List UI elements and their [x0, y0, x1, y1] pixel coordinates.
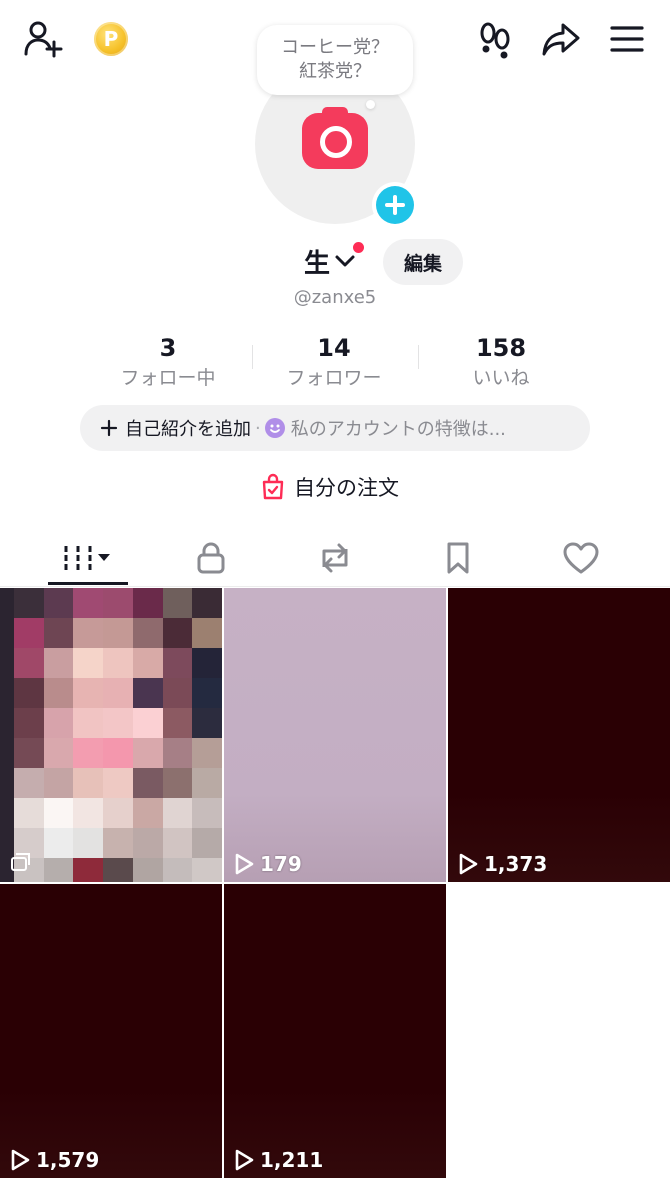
username-handle: @zanxe5: [293, 287, 377, 308]
tab-private[interactable]: [144, 532, 278, 584]
tab-saved[interactable]: [391, 532, 525, 584]
stat-label: いいね: [472, 367, 530, 389]
stat-divider: [418, 345, 419, 369]
smile-icon: [264, 418, 285, 438]
menu-button[interactable]: [604, 16, 650, 62]
coin-icon[interactable]: P: [94, 22, 128, 56]
tabs-divider: [0, 586, 670, 587]
video-thumbnail[interactable]: 179: [224, 588, 446, 882]
play-icon: [235, 1149, 254, 1171]
grid-icon: [64, 546, 110, 570]
coin-letter: P: [103, 27, 119, 51]
view-count: 1,373: [458, 852, 547, 876]
add-friend-icon: [24, 21, 63, 58]
stat-label: フォロー中: [120, 367, 216, 389]
bio-hint-text: 私のアカウントの特徴は...: [290, 419, 506, 440]
camera-icon: [302, 107, 368, 169]
play-icon: [459, 853, 478, 875]
footprints-button[interactable]: [472, 16, 518, 62]
display-name[interactable]: 生: [304, 243, 330, 280]
pixelated-thumbnail: [14, 588, 222, 882]
shopping-bag-icon: [262, 473, 284, 500]
video-thumbnail[interactable]: 1,373: [448, 588, 670, 882]
heart-icon: [563, 542, 599, 574]
status-bubble[interactable]: コーヒー党？ 紅茶党？: [257, 25, 413, 95]
stat-number: 14: [317, 334, 351, 362]
edit-profile-button[interactable]: 編集: [383, 239, 463, 285]
stat-following[interactable]: 3 フォロー中: [98, 333, 238, 391]
video-thumbnail[interactable]: 1,211: [224, 884, 446, 1178]
view-count: 179: [234, 852, 302, 876]
stat-divider: [252, 345, 253, 369]
my-orders-link[interactable]: 自分の注文: [260, 472, 399, 502]
tab-liked[interactable]: [514, 532, 648, 584]
notification-dot: [353, 242, 364, 253]
tab-videos[interactable]: [21, 532, 155, 584]
stat-followers[interactable]: 14 フォロワー: [264, 333, 404, 391]
bubble-tail: [366, 100, 375, 109]
lock-icon: [197, 542, 225, 574]
active-tab-indicator: [48, 582, 128, 585]
view-count-text: 179: [260, 852, 302, 876]
menu-icon: [610, 26, 644, 52]
tab-reposts[interactable]: [268, 532, 402, 584]
stat-number: 158: [475, 334, 527, 362]
plus-icon: [100, 419, 118, 437]
add-avatar-button[interactable]: [372, 182, 418, 228]
play-icon: [235, 853, 254, 875]
view-count: 1,211: [234, 1148, 323, 1172]
add-bio-button[interactable]: 自己紹介を追加 · 私のアカウントの特徴は...: [80, 405, 590, 451]
video-thumbnail[interactable]: 1,579: [0, 884, 222, 1178]
play-icon: [11, 1149, 30, 1171]
view-count: 1,579: [10, 1148, 99, 1172]
chevron-down-icon[interactable]: [334, 253, 356, 269]
bubble-line-2: 紅茶党？: [299, 61, 371, 82]
repost-icon: [322, 543, 348, 573]
bookmark-icon: [447, 542, 469, 574]
bio-separator: ·: [255, 417, 261, 439]
view-count-text: 1,211: [260, 1148, 324, 1172]
multi-photo-icon: [11, 853, 30, 871]
video-thumbnail[interactable]: [0, 588, 222, 882]
bio-hint: 私のアカウントの特徴は...: [264, 415, 506, 441]
view-count-text: 1,373: [484, 852, 548, 876]
add-bio: 自己紹介を追加: [100, 415, 251, 441]
bubble-line-1: コーヒー党？: [281, 37, 389, 58]
footprints-icon: [480, 22, 510, 59]
my-orders-label: 自分の注文: [294, 476, 399, 500]
stat-likes[interactable]: 158 いいね: [431, 333, 571, 391]
stat-label: フォロワー: [286, 367, 382, 389]
add-bio-label: 自己紹介を追加: [125, 419, 251, 440]
plus-icon: [376, 186, 414, 224]
share-icon: [542, 23, 580, 56]
view-count-text: 1,579: [36, 1148, 100, 1172]
add-friend-button[interactable]: [20, 16, 66, 62]
share-button[interactable]: [538, 16, 584, 62]
stat-number: 3: [159, 334, 177, 362]
